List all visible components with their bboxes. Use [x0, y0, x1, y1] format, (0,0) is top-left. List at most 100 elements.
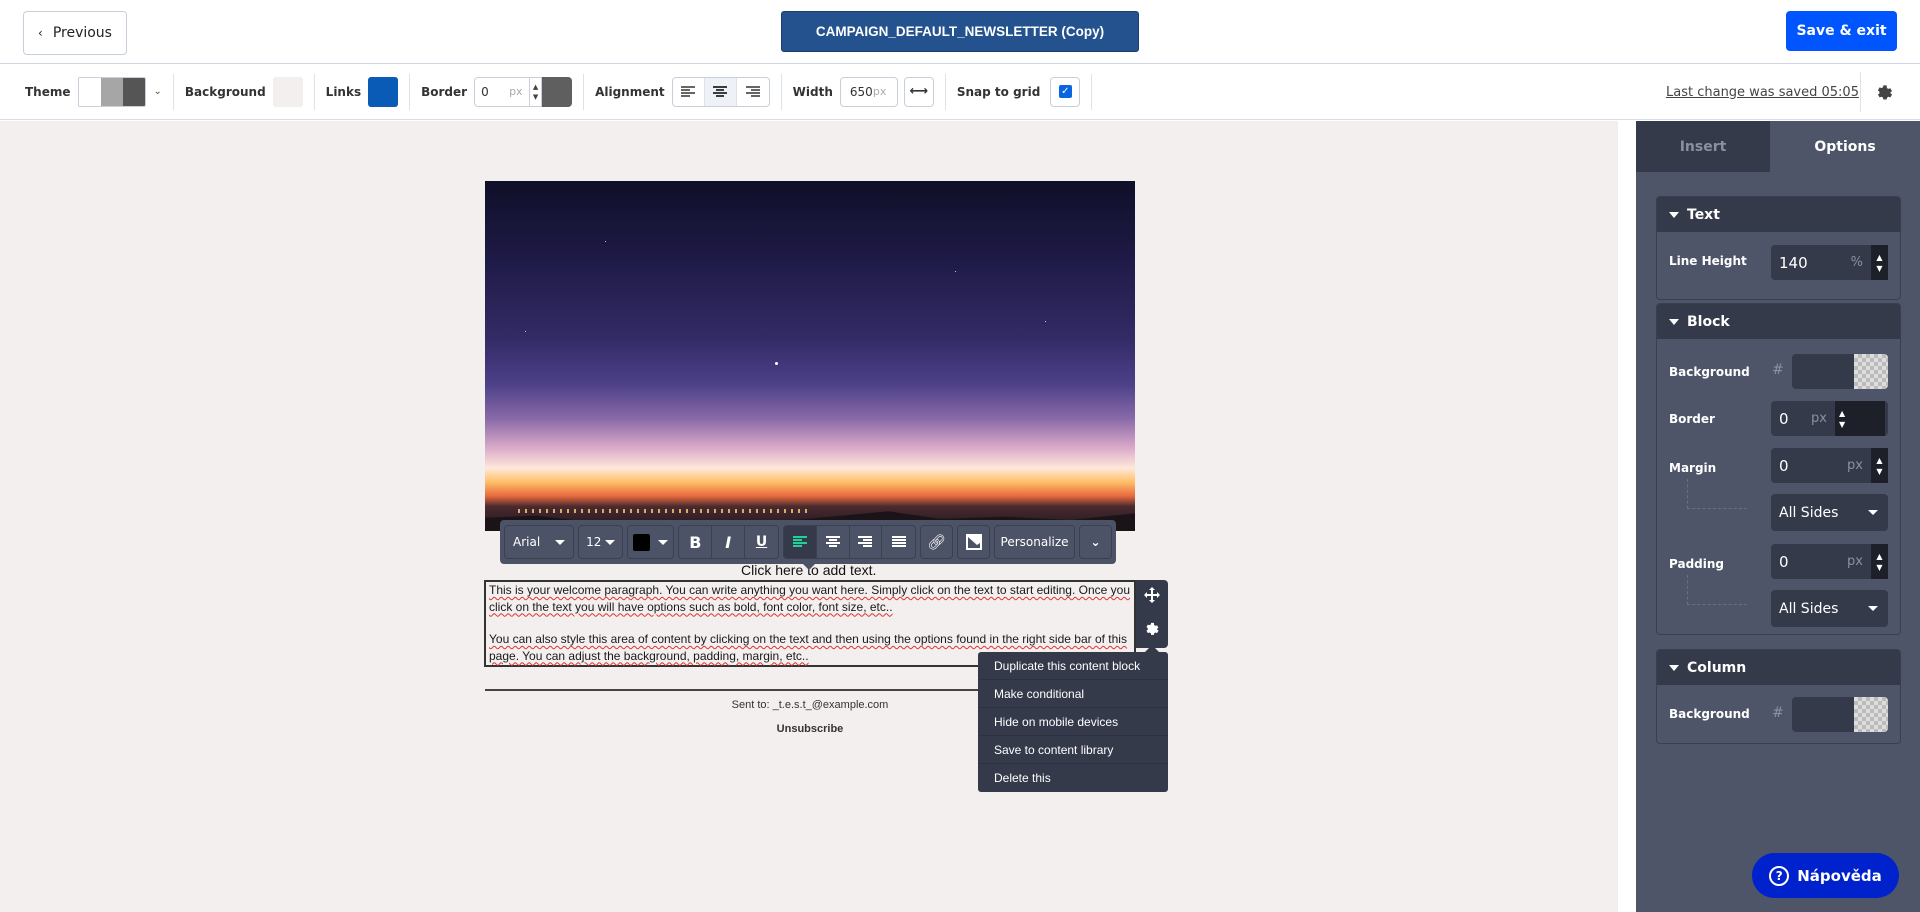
theme-color-2 — [100, 77, 123, 106]
hash-symbol: # — [1772, 705, 1784, 721]
snap-to-grid-checkbox[interactable]: ✓ — [1050, 76, 1081, 107]
column-section-header[interactable]: Column — [1657, 650, 1900, 685]
bold-button[interactable]: B — [679, 526, 713, 558]
tab-options[interactable]: Options — [1770, 121, 1920, 172]
text-format-toolbar: Arial 12 B I U 🔗︎ Personalize ⌄ — [500, 520, 1116, 564]
line-height-stepper[interactable]: ▲ ▼ — [1871, 245, 1888, 280]
triangle-down-icon — [1669, 318, 1679, 325]
question-icon: ? — [1769, 865, 1790, 886]
width-group: Width 650 px ⟷ — [782, 73, 946, 110]
block-background-color-input[interactable] — [1792, 354, 1888, 389]
italic-button[interactable]: I — [712, 526, 746, 558]
alignment-segmented — [671, 76, 770, 107]
margin-value: 0 — [1779, 456, 1789, 475]
border-unit: px — [509, 85, 523, 98]
more-options-button[interactable]: ⌄ — [1079, 525, 1113, 559]
margin-sides-select[interactable]: All Sides — [1771, 494, 1888, 531]
menu-item-save-library[interactable]: Save to content library — [978, 736, 1168, 764]
font-size-select[interactable]: 12 — [578, 525, 624, 559]
font-family-value: Arial — [513, 535, 541, 549]
chevron-down-icon: ⌄ — [1090, 535, 1101, 549]
menu-item-delete[interactable]: Delete this — [978, 764, 1168, 792]
border-width-input[interactable]: 0 px ▲ ▼ — [474, 76, 543, 107]
full-width-button[interactable]: ⟷ — [903, 76, 934, 107]
help-button[interactable]: ? Nápověda — [1752, 853, 1899, 898]
column-background-color-input[interactable] — [1792, 697, 1888, 732]
links-group: Links — [315, 73, 411, 110]
theme-swatch[interactable] — [77, 76, 146, 107]
help-label: Nápověda — [1797, 866, 1882, 885]
caret-down-icon — [555, 539, 566, 545]
padding-stepper[interactable]: ▲ ▼ — [1871, 544, 1888, 579]
width-unit: px — [872, 85, 887, 98]
tab-insert[interactable]: Insert — [1636, 121, 1770, 172]
menu-item-make-conditional[interactable]: Make conditional — [978, 680, 1168, 708]
move-icon[interactable] — [1144, 586, 1160, 607]
text-justify-button[interactable] — [882, 526, 915, 558]
margin-sides-value: All Sides — [1779, 504, 1839, 521]
font-family-select[interactable]: Arial — [504, 525, 575, 559]
insert-link-button[interactable]: 🔗︎ — [920, 525, 954, 559]
width-label: Width — [792, 84, 833, 99]
text-align-left-button[interactable] — [783, 526, 817, 558]
links-color-picker[interactable] — [368, 76, 399, 107]
hero-image[interactable] — [485, 181, 1135, 531]
bold-icon: B — [689, 532, 702, 552]
alignment-group: Alignment — [584, 73, 782, 110]
align-right-button[interactable] — [737, 78, 769, 106]
hash-symbol: # — [1772, 362, 1784, 378]
text-color-select[interactable] — [627, 525, 675, 559]
text-section: Text Line Height 140 % ▲ ▼ — [1656, 196, 1901, 300]
city-lights — [517, 509, 810, 513]
align-left-icon — [792, 536, 807, 547]
text-section-header[interactable]: Text — [1657, 197, 1900, 232]
padding-sides-value: All Sides — [1779, 600, 1839, 617]
padding-connector — [1687, 575, 1747, 605]
welcome-paragraph[interactable]: This is your welcome paragraph. You can … — [489, 582, 1131, 615]
text-align-right-button[interactable] — [850, 526, 883, 558]
align-left-button[interactable] — [673, 77, 705, 106]
theme-color-3 — [122, 77, 145, 106]
panel-tabs: Insert Options — [1636, 121, 1920, 172]
padding-input[interactable]: 0 px ▲ ▼ — [1771, 544, 1888, 579]
padding-value: 0 — [1779, 552, 1789, 571]
gear-icon — [1877, 85, 1893, 100]
text-align-center-button[interactable] — [817, 526, 850, 558]
caret-down-icon — [1868, 510, 1878, 515]
background-color-picker[interactable] — [272, 76, 303, 107]
star — [955, 271, 956, 272]
insert-image-button[interactable] — [957, 525, 990, 559]
column-section-title: Column — [1687, 659, 1747, 676]
transparent-swatch[interactable] — [1854, 354, 1888, 389]
menu-item-hide-mobile[interactable]: Hide on mobile devices — [978, 708, 1168, 736]
border-stepper[interactable]: ▲ ▼ — [529, 77, 541, 106]
align-center-button[interactable] — [704, 77, 737, 106]
snap-label: Snap to grid — [956, 84, 1041, 99]
margin-stepper[interactable]: ▲ ▼ — [1871, 448, 1888, 483]
personalize-button[interactable]: Personalize — [993, 525, 1076, 559]
margin-label: Margin — [1669, 461, 1717, 475]
chevron-down-icon[interactable]: ⌄ — [154, 86, 162, 97]
last-saved-link[interactable]: Last change was saved 05:05 — [1666, 64, 1859, 120]
margin-input[interactable]: 0 px ▲ ▼ — [1771, 448, 1888, 483]
campaign-title-button[interactable]: CAMPAIGN_DEFAULT_NEWSLETTER (Copy) — [781, 11, 1139, 52]
menu-pointer — [1145, 645, 1159, 652]
settings-button[interactable] — [1860, 72, 1895, 112]
border-color-picker[interactable] — [542, 76, 573, 107]
save-exit-button[interactable]: Save & exit — [1786, 11, 1897, 51]
block-border-input[interactable]: 0 px ▲ ▼ — [1771, 401, 1888, 436]
block-border-stepper[interactable]: ▲ ▼ — [1834, 401, 1885, 436]
top-bar: ‹ Previous CAMPAIGN_DEFAULT_NEWSLETTER (… — [0, 0, 1920, 64]
menu-item-duplicate[interactable]: Duplicate this content block — [978, 652, 1168, 680]
width-input[interactable]: 650 px — [839, 76, 898, 107]
line-height-input[interactable]: 140 % ▲ ▼ — [1771, 245, 1888, 280]
padding-sides-select[interactable]: All Sides — [1771, 590, 1888, 627]
transparent-swatch[interactable] — [1854, 697, 1888, 732]
background-label: Background — [184, 84, 266, 99]
options-panel: Insert Options Text Line Height 140 % ▲ ▼… — [1636, 121, 1920, 912]
block-section-header[interactable]: Block — [1657, 304, 1900, 339]
underline-button[interactable]: U — [745, 526, 778, 558]
previous-button[interactable]: ‹ Previous — [23, 11, 127, 55]
gear-icon[interactable] — [1144, 620, 1161, 641]
background-group: Background — [174, 73, 315, 110]
